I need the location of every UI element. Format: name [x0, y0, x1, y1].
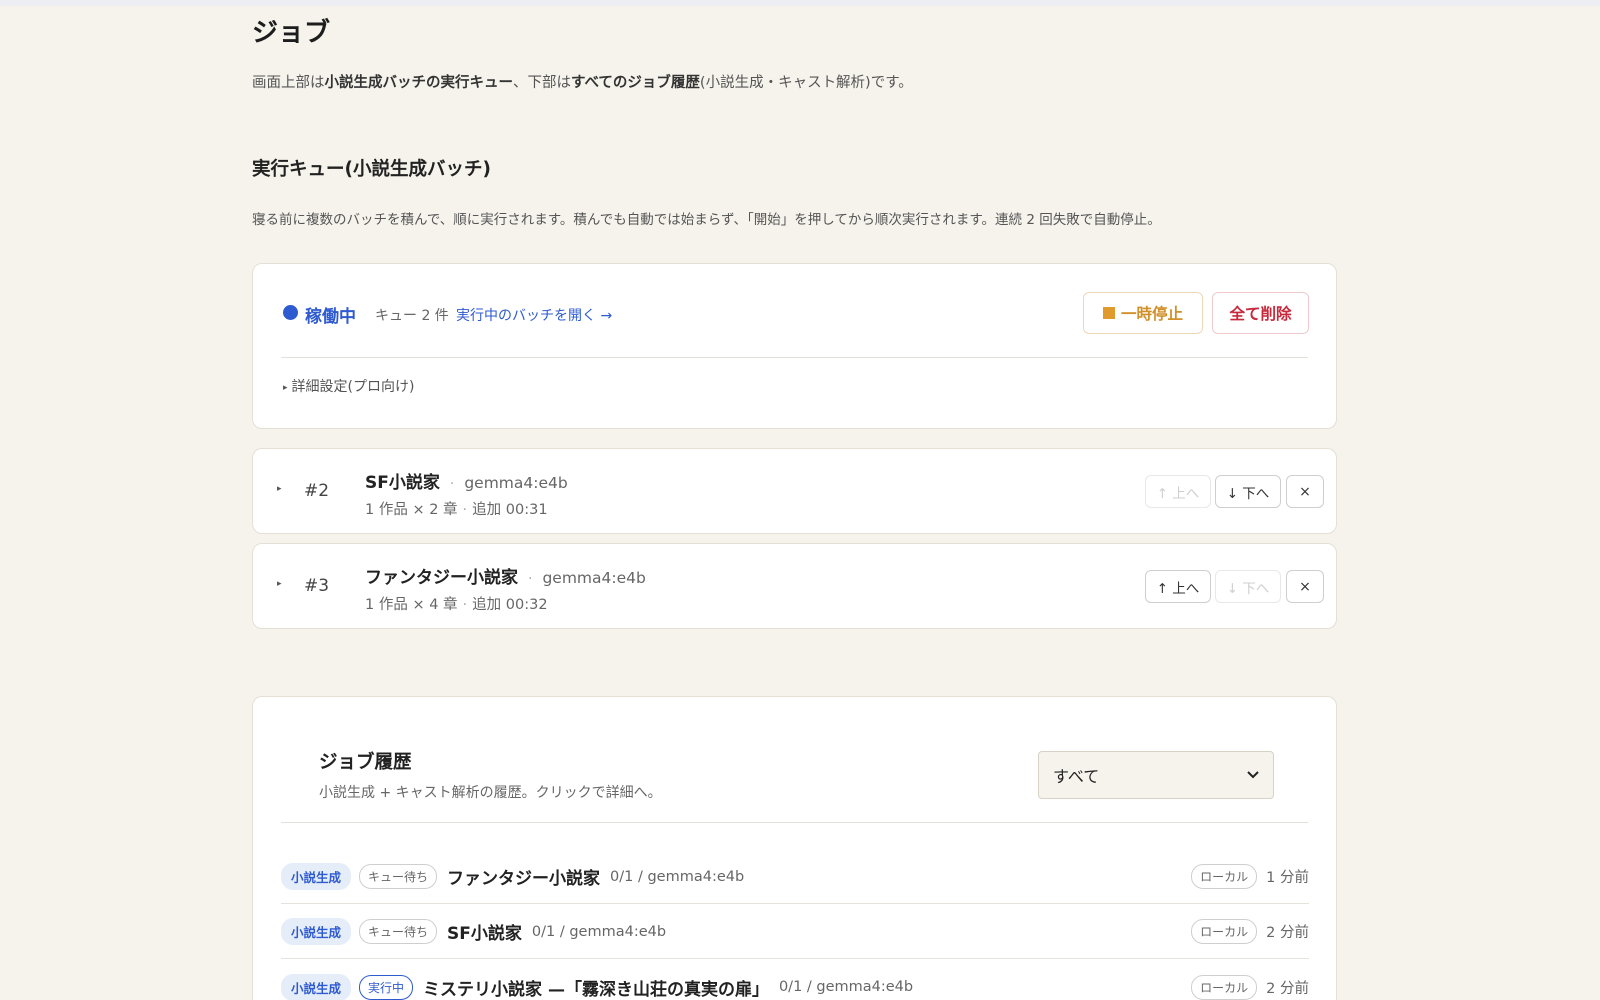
history-row[interactable]: 小説生成 キュー待ち SF小説家 0/1 / gemma4:e4b ローカル 2… [281, 905, 1309, 959]
expand-triangle-icon[interactable]: ▸ [277, 484, 282, 494]
delete-all-button[interactable]: 全て削除 [1212, 292, 1309, 334]
divider [281, 357, 1308, 358]
job-time: 2 分前 [1266, 980, 1309, 997]
pause-button-label: 一時停止 [1120, 305, 1183, 323]
queue-title: 実行キュー(小説生成バッチ) [252, 159, 491, 180]
remove-batch-button[interactable]: × [1286, 475, 1324, 508]
job-time: 1 分前 [1266, 870, 1309, 886]
page-description: 画面上部は小説生成バッチの実行キュー、下部はすべてのジョブ履歴(小説生成・キャス… [252, 75, 913, 91]
job-type-badge: 小説生成 [281, 863, 352, 890]
location-badge: ローカル [1191, 919, 1258, 944]
page-title: ジョブ [252, 18, 331, 48]
queue-status-card: 稼働中 キュー 2 件 · 実行中のバッチを開く → 一時停止 全て削除 ▸ 詳細… [252, 263, 1337, 429]
job-name: ファンタジー小説家 [447, 869, 601, 889]
history-filter-select[interactable]: すべて [1038, 751, 1274, 799]
batch-title: ファンタジー小説家 · gemma4:e4b [365, 563, 646, 588]
batch-model: gemma4:e4b [464, 474, 568, 492]
batch-number: #3 [304, 576, 330, 596]
job-type-badge: 小説生成 [281, 918, 352, 945]
disclosure-triangle-icon: ▸ [283, 383, 288, 393]
job-status-badge: 実行中 [359, 974, 414, 1000]
batch-works: 1 作品 × 2 章 [365, 502, 458, 518]
history-title: ジョブ履歴 [319, 752, 412, 773]
move-down-button[interactable]: ↓ 下へ [1215, 475, 1281, 508]
chevron-down-icon [1247, 771, 1259, 779]
batch-added-time: 追加 00:31 [472, 502, 548, 518]
job-status-badge: キュー待ち [359, 919, 438, 944]
move-up-button[interactable]: ↑ 上へ [1145, 475, 1211, 508]
batch-added-time: 追加 00:32 [472, 597, 548, 613]
batch-works: 1 作品 × 4 章 [365, 597, 458, 613]
separator-dot: · [528, 571, 533, 587]
job-status-badge: キュー待ち [359, 864, 438, 889]
job-meta: 0/1 / gemma4:e4b [610, 868, 745, 885]
batch-number: #2 [304, 481, 330, 501]
filter-selected-value: すべて [1053, 767, 1100, 786]
pause-icon [1102, 307, 1115, 319]
open-running-batch-link[interactable]: 実行中のバッチを開く → [456, 305, 612, 325]
job-name: ミステリ小説家 —「霧深き山荘の真実の扉」 [423, 979, 769, 1000]
remove-batch-button[interactable]: × [1286, 570, 1324, 603]
job-meta: 0/1 / gemma4:e4b [778, 979, 914, 995]
separator-dot: · [449, 476, 455, 492]
queue-batch-item: ▸ #2 SF小説家 · gemma4:e4b 1 作品 × 2 章 · 追加 00:3… [252, 448, 1337, 534]
queue-status-label: 稼働中 [305, 307, 356, 327]
queue-description: 寝る前に複数のバッチを積んで、順に実行されます。積んでも自動では始まらず、「開始… [252, 212, 1161, 228]
running-status-icon [283, 305, 298, 320]
batch-meta: 1 作品 × 4 章 · 追加 00:32 [365, 593, 548, 614]
job-time: 2 分前 [1266, 925, 1309, 941]
location-badge: ローカル [1191, 974, 1258, 1000]
history-row[interactable]: 小説生成 キュー待ち ファンタジー小説家 0/1 / gemma4:e4b ロー… [281, 850, 1309, 904]
job-name: SF小説家 [447, 924, 522, 944]
batch-name: SF小説家 [365, 473, 440, 493]
expand-triangle-icon[interactable]: ▸ [277, 579, 282, 589]
batch-name: ファンタジー小説家 [365, 568, 518, 588]
batch-title: SF小説家 · gemma4:e4b [365, 468, 568, 493]
job-history-card: ジョブ履歴 小説生成 + キャスト解析の履歴。クリックで詳細へ。 すべて 小説生… [252, 696, 1337, 1000]
divider [281, 822, 1308, 823]
job-meta: 0/1 / gemma4:e4b [531, 923, 667, 940]
job-right-info: ローカル 2 分前 [1191, 919, 1309, 944]
top-border [0, 0, 1600, 6]
location-badge: ローカル [1191, 864, 1258, 889]
job-right-info: ローカル 2 分前 [1191, 974, 1309, 1000]
pause-button[interactable]: 一時停止 [1083, 292, 1203, 334]
batch-meta: 1 作品 × 2 章 · 追加 00:31 [365, 498, 548, 519]
separator-dot: · [439, 305, 444, 321]
separator-dot: · [462, 597, 468, 613]
job-type-badge: 小説生成 [281, 973, 352, 1000]
advanced-settings-toggle[interactable]: ▸ 詳細設定(プロ向け) [283, 376, 414, 396]
separator-dot: · [462, 502, 468, 518]
queue-count: キュー 2 件 [375, 308, 449, 324]
history-description: 小説生成 + キャスト解析の履歴。クリックで詳細へ。 [319, 785, 662, 801]
history-row[interactable]: 小説生成 実行中 ミステリ小説家 —「霧深き山荘の真実の扉」 0/1 / gem… [281, 960, 1309, 1000]
batch-model: gemma4:e4b [542, 569, 646, 587]
move-down-button[interactable]: ↓ 下へ [1215, 570, 1281, 603]
advanced-settings-label: 詳細設定(プロ向け) [291, 379, 415, 395]
job-right-info: ローカル 1 分前 [1191, 864, 1309, 889]
queue-batch-item: ▸ #3 ファンタジー小説家 · gemma4:e4b 1 作品 × 4 章 · 追加 … [252, 543, 1337, 629]
move-up-button[interactable]: ↑ 上へ [1145, 570, 1211, 603]
